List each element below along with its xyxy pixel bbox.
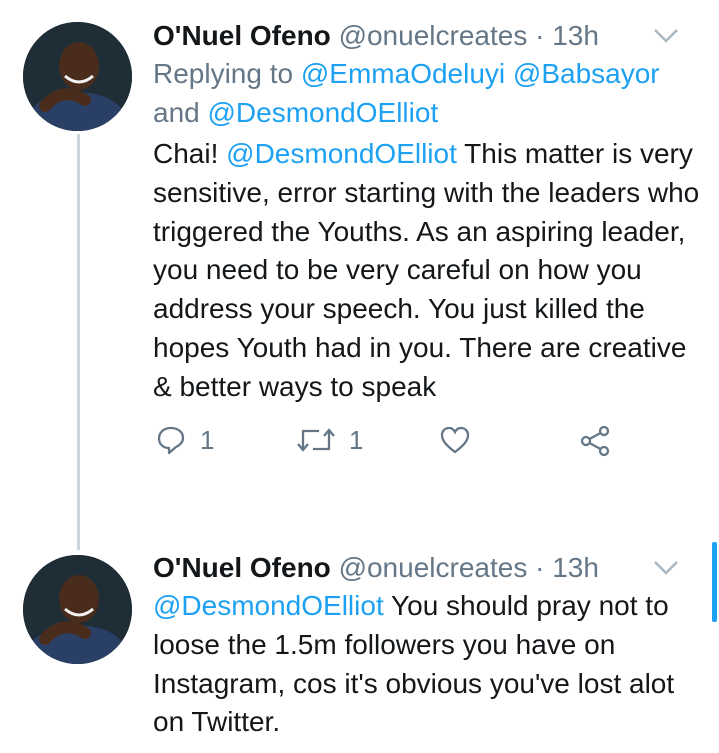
reply-mention[interactable]: @Babsayor [513, 58, 660, 89]
tweet-header: O'Nuel Ofeno @onuelcreates · 13h [153, 18, 705, 54]
author-handle[interactable]: @onuelcreates [339, 552, 528, 583]
share-icon [579, 425, 611, 457]
tweet-actions: 1 1 [153, 425, 705, 465]
author-name[interactable]: O'Nuel Ofeno [153, 552, 331, 583]
tweet[interactable]: O'Nuel Ofeno @onuelcreates · 13h Replyin… [0, 0, 719, 540]
tweet-text: @DesmondOElliot You should pray not to l… [153, 587, 705, 742]
reply-mention[interactable]: @DesmondOElliot [208, 97, 439, 128]
tweet-text: Chai! @DesmondOElliot This matter is ver… [153, 135, 705, 407]
replying-to: Replying to @EmmaOdeluyi @Babsayor and @… [153, 54, 705, 132]
reply-button[interactable]: 1 [156, 425, 214, 456]
like-icon [439, 425, 471, 455]
timestamp[interactable]: 13h [552, 20, 599, 51]
replying-to-label: Replying to [153, 58, 294, 89]
reply-mention[interactable]: @EmmaOdeluyi [301, 58, 505, 89]
chevron-down-icon[interactable] [653, 560, 679, 576]
tweet[interactable]: O'Nuel Ofeno @onuelcreates · 13h @Desmon… [0, 550, 719, 753]
author-name[interactable]: O'Nuel Ofeno [153, 20, 331, 51]
retweet-count: 1 [349, 424, 364, 455]
mention-link[interactable]: @DesmondOElliot [226, 138, 457, 169]
mention-link[interactable]: @DesmondOElliot [153, 590, 384, 621]
share-button[interactable] [579, 425, 611, 457]
timestamp[interactable]: 13h [552, 552, 599, 583]
like-button[interactable] [439, 425, 471, 455]
separator-dot: · [535, 552, 545, 583]
chevron-down-icon[interactable] [653, 28, 679, 44]
retweet-icon [297, 425, 335, 455]
tweet-text-body: This matter is very sensitive, error sta… [153, 138, 700, 402]
separator-dot: · [535, 20, 545, 51]
tweet-header: O'Nuel Ofeno @onuelcreates · 13h [153, 550, 705, 586]
avatar[interactable] [23, 22, 132, 131]
reply-count: 1 [200, 424, 215, 455]
tweet-text-prefix: Chai! [153, 138, 219, 169]
author-handle[interactable]: @onuelcreates [339, 20, 528, 51]
retweet-button[interactable]: 1 [297, 425, 363, 456]
reply-icon [156, 425, 186, 455]
replying-and: and [153, 97, 200, 128]
avatar[interactable] [23, 555, 132, 664]
